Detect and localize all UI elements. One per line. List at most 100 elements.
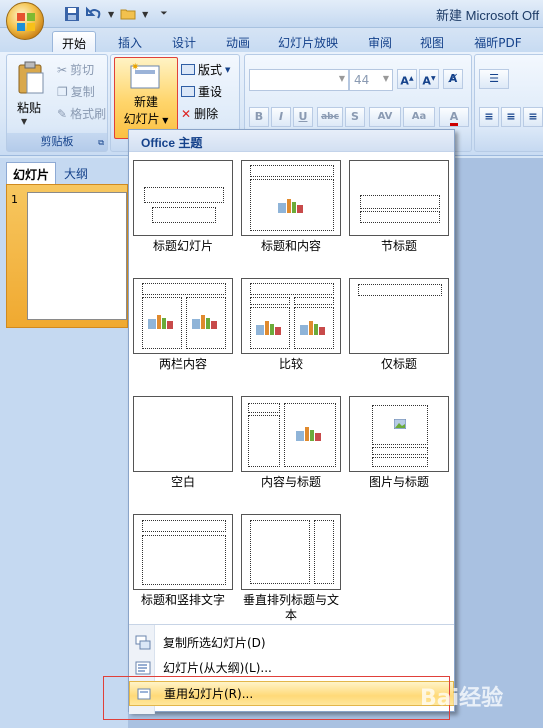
layout-dropdown-icon: ▼ bbox=[225, 65, 231, 74]
panel-tabs: 幻灯片 大纲 bbox=[0, 162, 128, 184]
tab-foxit-pdf[interactable]: 福昕PDF bbox=[466, 31, 530, 52]
layout-thumbnail bbox=[349, 278, 449, 354]
font-dropdown-icon: ▼ bbox=[338, 74, 345, 83]
content-placeholder-icon bbox=[300, 321, 325, 335]
font-size-combo[interactable]: 44 ▼ bbox=[349, 69, 393, 91]
change-case-button[interactable]: Aa bbox=[403, 107, 435, 127]
underline-button[interactable]: U bbox=[293, 107, 313, 127]
undo-dropdown-icon[interactable]: ▼ bbox=[108, 10, 114, 19]
brush-icon: ✎ bbox=[57, 106, 68, 121]
clear-format-icon[interactable]: A̸ bbox=[443, 69, 463, 89]
undo-icon[interactable] bbox=[86, 6, 102, 22]
qat-dropdown-icon[interactable]: ▼ bbox=[142, 10, 148, 19]
duplicate-slides-item[interactable]: 复制所选幻灯片(D) bbox=[129, 630, 454, 655]
customize-qat-icon[interactable]: ⏷ bbox=[160, 9, 167, 19]
font-color-icon: A bbox=[449, 110, 459, 126]
align-right-icon[interactable]: ≡ bbox=[523, 107, 543, 127]
layout-label: 标题和内容 bbox=[260, 239, 321, 253]
tab-design[interactable]: 设计 bbox=[164, 31, 204, 52]
new-slide-dropdown-icon: ▼ bbox=[159, 116, 169, 125]
layout-title-content[interactable]: 标题和内容 bbox=[241, 160, 341, 254]
highlight-box bbox=[103, 676, 450, 720]
new-slide-button[interactable]: ✷ 新建 幻灯片 ▼ bbox=[114, 57, 178, 139]
watermark: Bai经验 bbox=[420, 686, 504, 711]
layout-two-content[interactable]: 两栏内容 bbox=[133, 278, 233, 372]
reset-button[interactable]: 重设 bbox=[181, 83, 222, 100]
layout-thumbnail bbox=[133, 514, 233, 590]
copy-button[interactable]: ❐ 复制 bbox=[57, 83, 95, 100]
paste-button[interactable]: 粘贴 bbox=[17, 99, 41, 116]
layout-title-vertical-text[interactable]: 标题和竖排文字 bbox=[133, 514, 233, 608]
reset-icon bbox=[181, 86, 195, 97]
layout-label: 内容与标题 bbox=[260, 475, 321, 489]
align-left-icon[interactable]: ≡ bbox=[479, 107, 499, 127]
window-title: 新建 Microsoft Off bbox=[436, 8, 540, 23]
svg-text:✷: ✷ bbox=[131, 62, 139, 73]
dialog-launcher-icon[interactable]: ⧉ bbox=[98, 138, 104, 148]
layout-thumbnail bbox=[241, 396, 341, 472]
align-center-icon[interactable]: ≡ bbox=[501, 107, 521, 127]
font-color-button[interactable]: A bbox=[439, 107, 469, 127]
tab-review[interactable]: 审阅 bbox=[360, 31, 400, 52]
tab-slides[interactable]: 幻灯片 bbox=[6, 162, 57, 184]
cut-button[interactable]: ✂ 剪切 bbox=[57, 61, 94, 78]
delete-button[interactable]: ✕ 删除 bbox=[181, 105, 218, 122]
font-size-dropdown-icon: ▼ bbox=[382, 74, 389, 83]
layout-label: 标题幻灯片 bbox=[152, 239, 213, 253]
paste-icon[interactable] bbox=[17, 61, 45, 95]
layout-button[interactable]: 版式 ▼ bbox=[181, 61, 230, 78]
layout-comparison[interactable]: 比较 bbox=[241, 278, 341, 372]
slide-thumbnail[interactable] bbox=[27, 192, 127, 320]
quick-access-toolbar: ▼ ▼ ⏷ bbox=[50, 4, 168, 24]
content-placeholder-icon bbox=[256, 321, 281, 335]
layout-vertical-title-text[interactable]: 垂直排列标题与文本 bbox=[241, 514, 341, 623]
layout-title-slide[interactable]: 标题幻灯片 bbox=[133, 160, 233, 254]
new-slide-label-line2: 幻灯片 ▼ bbox=[123, 112, 169, 126]
title-bar: ▼ ▼ ⏷ 新建 Microsoft Off bbox=[0, 0, 543, 28]
layout-thumbnail bbox=[241, 160, 341, 236]
tab-animation[interactable]: 动画 bbox=[218, 31, 258, 52]
layout-thumbnail bbox=[133, 278, 233, 354]
paragraph-group: ☰ ≡ ≡ ≡ bbox=[474, 54, 543, 152]
layout-picture-caption[interactable]: 图片与标题 bbox=[349, 396, 449, 490]
gallery-header: Office 主题 bbox=[129, 130, 454, 152]
shrink-font-icon[interactable]: A▼ bbox=[419, 69, 439, 89]
content-placeholder-icon bbox=[296, 427, 321, 441]
grow-font-icon[interactable]: A▲ bbox=[397, 69, 417, 89]
new-slide-icon: ✷ bbox=[130, 62, 160, 89]
char-spacing-button[interactable]: AV bbox=[369, 107, 401, 127]
bullets-icon[interactable]: ☰ bbox=[479, 69, 509, 89]
font-name-combo[interactable]: ▼ bbox=[249, 69, 349, 91]
content-placeholder-icon bbox=[278, 199, 303, 213]
open-folder-icon[interactable] bbox=[120, 6, 136, 22]
paste-dropdown-icon[interactable]: ▼ bbox=[21, 117, 27, 126]
tab-insert[interactable]: 插入 bbox=[110, 31, 150, 52]
clipboard-group-label: 剪贴板 bbox=[7, 133, 107, 151]
tab-home[interactable]: 开始 bbox=[52, 31, 96, 52]
italic-button[interactable]: I bbox=[271, 107, 291, 127]
shadow-button[interactable]: S bbox=[345, 107, 365, 127]
layout-thumbnail bbox=[349, 160, 449, 236]
bold-button[interactable]: B bbox=[249, 107, 269, 127]
layout-thumbnail bbox=[133, 396, 233, 472]
slide-thumbnail-selected[interactable]: 1 bbox=[6, 184, 128, 328]
layout-section-header[interactable]: 节标题 bbox=[349, 160, 449, 254]
save-icon[interactable] bbox=[64, 6, 80, 22]
layout-blank[interactable]: 空白 bbox=[133, 396, 233, 490]
office-button[interactable] bbox=[6, 2, 44, 40]
tab-outline[interactable]: 大纲 bbox=[58, 162, 94, 184]
tab-view[interactable]: 视图 bbox=[412, 31, 452, 52]
tab-slideshow[interactable]: 幻灯片放映 bbox=[272, 31, 344, 52]
layout-thumbnail bbox=[241, 514, 341, 590]
layout-label: 图片与标题 bbox=[368, 475, 429, 489]
layout-content-caption[interactable]: 内容与标题 bbox=[241, 396, 341, 490]
layout-label: 仅标题 bbox=[380, 357, 417, 371]
layout-label: 比较 bbox=[278, 357, 303, 371]
strikethrough-button[interactable]: abc bbox=[317, 107, 343, 127]
clipboard-group: 粘贴 ▼ ✂ 剪切 ❐ 复制 ✎ 格式刷 剪贴板 ⧉ bbox=[6, 54, 108, 152]
layout-title-only[interactable]: 仅标题 bbox=[349, 278, 449, 372]
layout-label: 空白 bbox=[170, 475, 195, 489]
format-painter-button[interactable]: ✎ 格式刷 bbox=[57, 105, 106, 122]
layout-label: 标题和竖排文字 bbox=[140, 593, 225, 607]
slides-from-outline-icon bbox=[135, 661, 151, 674]
